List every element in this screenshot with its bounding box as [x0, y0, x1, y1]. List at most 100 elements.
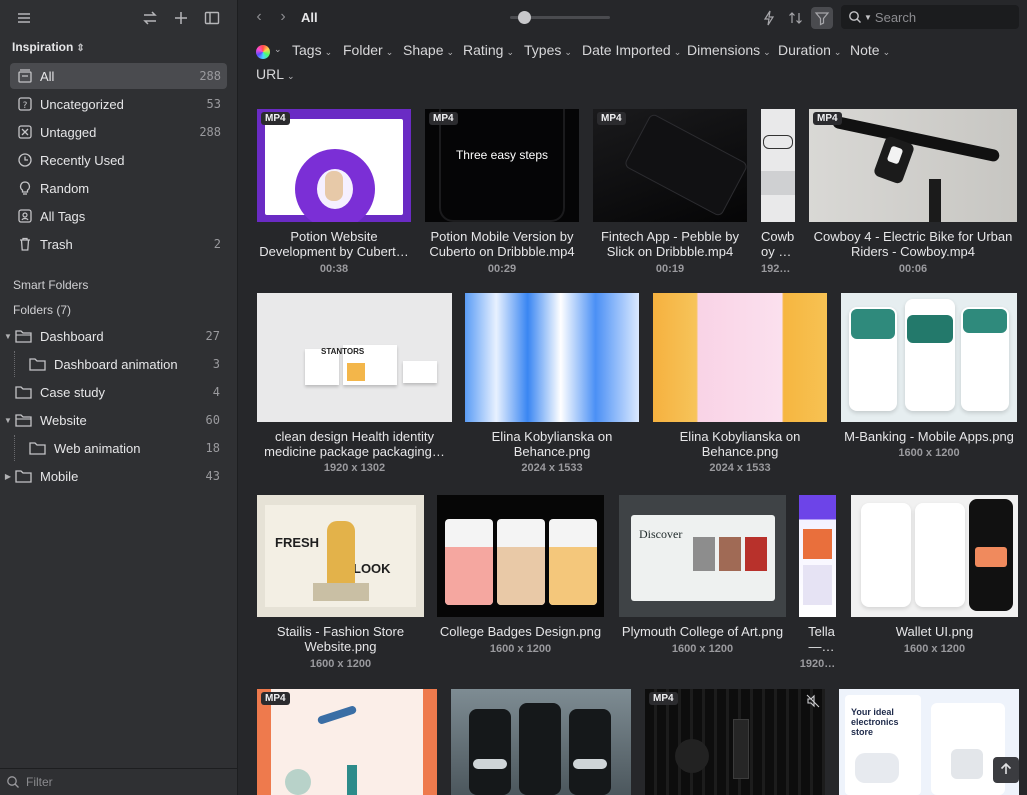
sidebar-item-all-tags[interactable]: All Tags [10, 203, 227, 229]
item-title: Potion Mobile Version by Cuberto on Drib… [429, 229, 575, 259]
item-thumbnail[interactable]: FRESH LOOK [257, 495, 424, 617]
search-input[interactable]: ▼ Search [841, 5, 1019, 29]
grid-item[interactable]: Elina Kobylianska on Behance.png 2024 x … [653, 293, 827, 475]
folder-mobile[interactable]: ▶ Mobile 43 [0, 463, 237, 489]
item-title: Tella —… [808, 624, 835, 654]
sidebar-item-all[interactable]: All 288 [10, 63, 227, 89]
folder-case-study[interactable]: Case study 4 [0, 379, 237, 405]
chevron-down-icon: ⌄ [673, 47, 682, 57]
caret-down-icon[interactable]: ▼ [2, 332, 14, 341]
item-thumbnail[interactable] [437, 495, 604, 617]
item-thumbnail[interactable] [799, 495, 836, 617]
filter-input[interactable]: Filter [26, 775, 53, 789]
forward-arrow-icon[interactable]: › [275, 9, 291, 25]
sidebar-item-count: 2 [213, 237, 221, 251]
sidebar-item-trash[interactable]: Trash 2 [10, 231, 227, 257]
thumbnail-size-slider[interactable] [510, 11, 610, 24]
item-thumbnail[interactable] [851, 495, 1018, 617]
item-thumbnail[interactable] [841, 293, 1017, 422]
grid-item[interactable]: Elina Kobylianska on Behance.png 2024 x … [465, 293, 639, 475]
filter-shape[interactable]: Shape ⌄ [403, 42, 454, 58]
smart-folders-heading[interactable]: Smart Folders [13, 278, 88, 292]
chevron-down-icon: ⌄ [446, 47, 455, 57]
item-thumbnail[interactable]: MP4 [645, 689, 825, 795]
caret-right-icon[interactable]: ▶ [2, 472, 14, 481]
folder-count: 27 [205, 329, 220, 343]
back-arrow-icon[interactable]: ‹ [251, 9, 267, 25]
menu-icon[interactable] [14, 8, 34, 28]
item-thumbnail[interactable] [761, 109, 795, 222]
folder-count: 4 [212, 385, 220, 399]
grid-item[interactable]: M-Banking - Mobile Apps.png 1600 x 1200 [841, 293, 1017, 475]
grid-item[interactable]: Tella —… 1920… [799, 495, 836, 675]
library-switcher[interactable]: Inspiration ⇕ [12, 40, 85, 54]
scroll-to-top-button[interactable] [993, 757, 1019, 783]
item-thumbnail[interactable] [653, 293, 827, 422]
grid-item[interactable] [451, 689, 631, 795]
filter-types[interactable]: Types ⌄ [524, 42, 572, 58]
folder-dashboard[interactable]: ▼ Dashboard 27 [0, 323, 237, 349]
filter-duration[interactable]: Duration ⌄ [778, 42, 841, 58]
filter-folder[interactable]: Folder ⌄ [343, 42, 393, 58]
panel-toggle-icon[interactable] [202, 8, 222, 28]
grid-item[interactable]: Wallet UI.png 1600 x 1200 [851, 495, 1018, 675]
item-thumbnail[interactable] [451, 689, 631, 795]
grid-item[interactable]: MP4 [257, 689, 437, 795]
folder-website[interactable]: ▼ Website 60 [0, 407, 237, 433]
filter-dimensions[interactable]: Dimensions ⌄ [687, 42, 771, 58]
filter-label: Tags [292, 42, 322, 58]
item-title: Cowboy 4 - Electric Bike for Urban Rider… [813, 229, 1013, 259]
grid-item[interactable]: MP4 Potion Website Development by Cubert… [257, 109, 411, 277]
muted-icon[interactable] [806, 694, 820, 708]
item-thumbnail[interactable]: MP4 [593, 109, 747, 222]
swap-icon[interactable] [140, 8, 160, 28]
grid-item[interactable]: MP4 Cowboy 4 - Electric Bike for Urban R… [809, 109, 1017, 277]
item-thumbnail[interactable] [465, 293, 639, 422]
sidebar-item-recently-used[interactable]: Recently Used [10, 147, 227, 173]
item-thumbnail[interactable]: Discover [619, 495, 786, 617]
grid-item[interactable]: Three easy steps MP4 Potion Mobile Versi… [425, 109, 579, 277]
sidebar-item-untagged[interactable]: Untagged 288 [10, 119, 227, 145]
chevron-down-icon: ⌄ [506, 47, 515, 57]
item-thumbnail[interactable]: Your ideal electronics store [839, 689, 1019, 795]
grid-item[interactable]: MP4 [645, 689, 825, 795]
filter-icon[interactable] [811, 7, 833, 29]
main-content: ‹ › All ▼ Search ⌄ Tags ⌄ Folder ⌄ Shape… [238, 0, 1027, 795]
filter-url[interactable]: URL ⌄ [256, 66, 295, 82]
item-thumbnail[interactable]: MP4 [809, 109, 1017, 222]
folders-heading[interactable]: Folders (7) [13, 303, 71, 317]
search-placeholder: Search [874, 9, 917, 25]
color-filter[interactable]: ⌄ [254, 42, 282, 62]
folder-label: Case study [40, 384, 106, 400]
sidebar-filter[interactable]: Filter [0, 768, 237, 795]
item-thumbnail[interactable]: MP4 [257, 109, 411, 222]
search-icon [848, 10, 862, 24]
folder-web-animation[interactable]: Web animation 18 [0, 435, 237, 461]
grid-item[interactable]: Discover Plymouth College of Art.png 160… [619, 495, 786, 675]
filter-note[interactable]: Note ⌄ [850, 42, 890, 58]
sort-icon[interactable] [785, 7, 807, 29]
filter-label: URL [256, 66, 285, 82]
filter-tags[interactable]: Tags ⌄ [292, 42, 332, 58]
folder-label: Web animation [54, 440, 141, 456]
item-thumbnail[interactable]: STANTORS [257, 293, 452, 422]
grid-item[interactable]: FRESH LOOK Stailis - Fashion Store Websi… [257, 495, 424, 675]
item-thumbnail[interactable]: MP4 [257, 689, 437, 795]
item-thumbnail[interactable]: Three easy steps MP4 [425, 109, 579, 222]
sidebar-item-uncategorized[interactable]: ? Uncategorized 53 [10, 91, 227, 117]
grid-item[interactable]: Your ideal electronics store [839, 689, 1019, 795]
caret-down-icon[interactable]: ▼ [2, 416, 14, 425]
sidebar-item-label: Trash [40, 236, 73, 252]
grid-item[interactable]: Cowb oy … 192… [761, 109, 795, 277]
item-meta: 2024 x 1533 [521, 462, 583, 474]
filter-rating[interactable]: Rating ⌄ [463, 42, 514, 58]
filter-date-imported[interactable]: Date Imported ⌄ [582, 42, 681, 58]
slider-knob[interactable] [518, 11, 531, 24]
grid-item[interactable]: College Badges Design.png 1600 x 1200 [437, 495, 604, 675]
add-icon[interactable] [171, 8, 191, 28]
sidebar-item-random[interactable]: Random [10, 175, 227, 201]
grid-item[interactable]: MP4 Fintech App - Pebble by Slick on Dri… [593, 109, 747, 277]
lightning-icon[interactable] [758, 7, 780, 29]
grid-item[interactable]: STANTORS clean design Health identity me… [257, 293, 452, 475]
folder-dashboard-animation[interactable]: Dashboard animation 3 [0, 351, 237, 377]
